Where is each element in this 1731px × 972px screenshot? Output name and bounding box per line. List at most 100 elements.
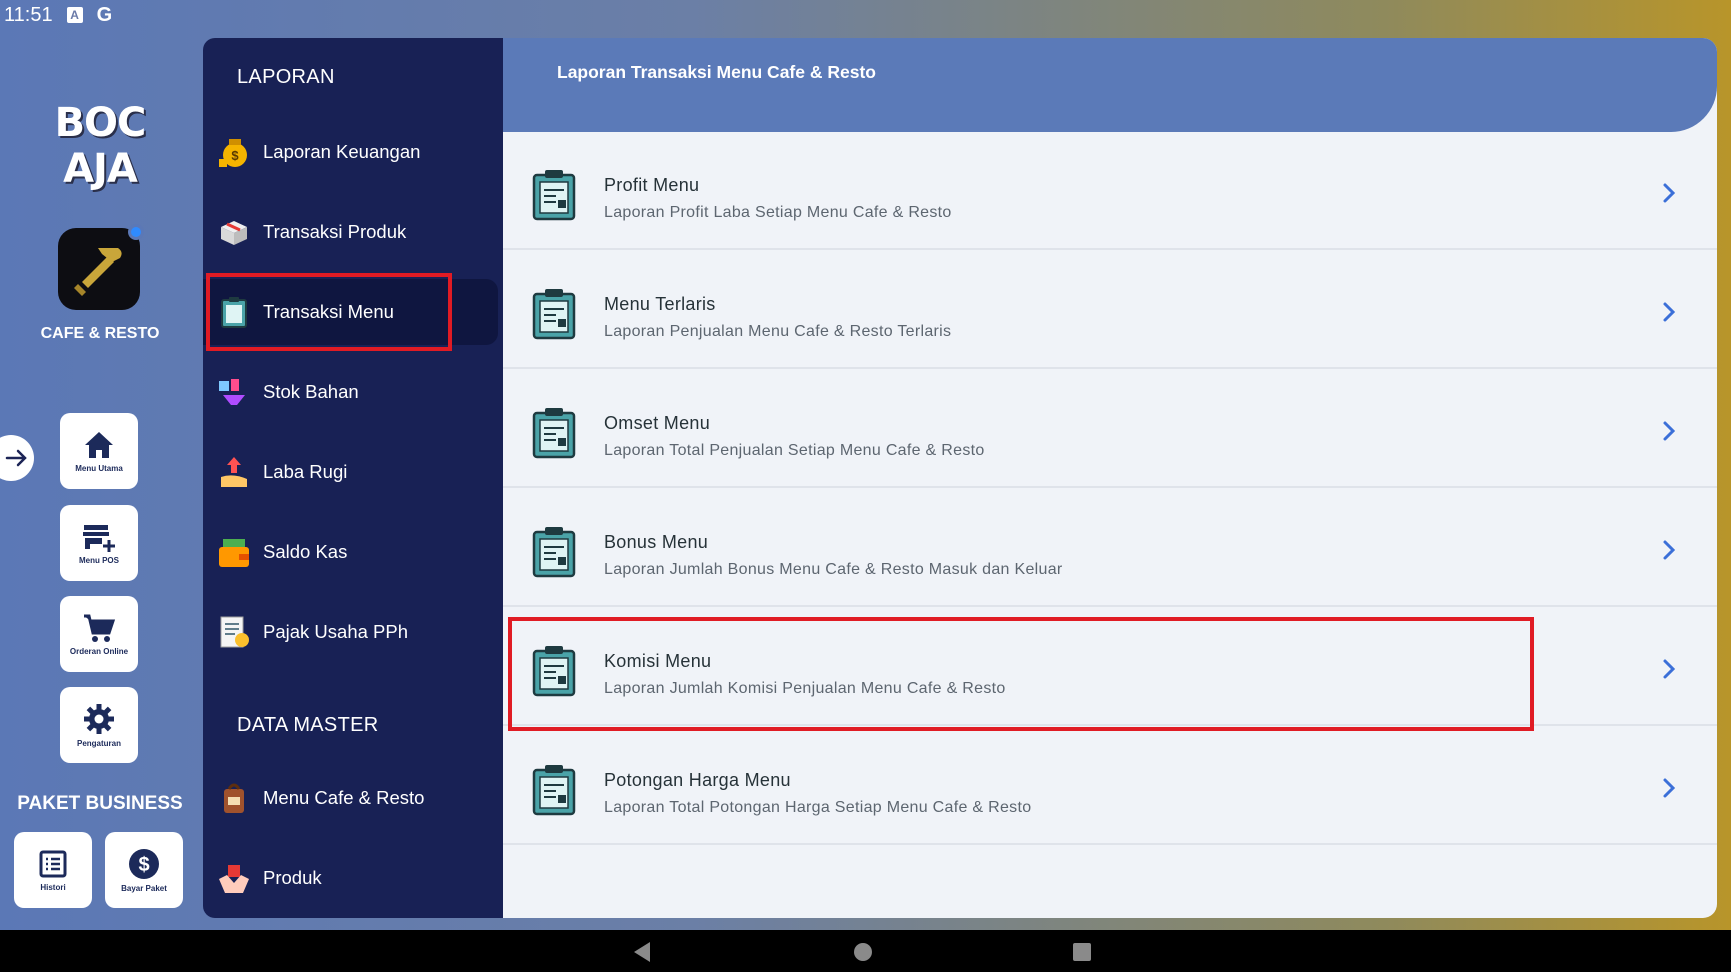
list-icon bbox=[39, 850, 67, 877]
ingredients-icon bbox=[217, 375, 251, 409]
notification-a-icon: A bbox=[66, 7, 83, 23]
svg-text:$: $ bbox=[138, 854, 149, 876]
sidebar-item-label: Saldo Kas bbox=[263, 541, 348, 562]
chevron-right-icon bbox=[1663, 302, 1676, 322]
chevron-right-icon bbox=[1663, 659, 1676, 679]
system-nav-bar bbox=[0, 930, 1731, 972]
tile-label: Histori bbox=[40, 882, 66, 892]
gear-icon bbox=[84, 703, 114, 734]
tax-doc-icon bbox=[217, 615, 251, 649]
chevron-right-icon bbox=[1663, 778, 1676, 798]
report-row-omset-menu[interactable]: Omset Menu Laporan Total Penjualan Setia… bbox=[503, 369, 1717, 488]
row-title: Potongan Harga Menu bbox=[604, 770, 791, 790]
menu-clipboard-icon bbox=[532, 289, 576, 340]
tile-histori[interactable]: Histori bbox=[14, 832, 92, 908]
sidebar-item-produk[interactable]: Produk bbox=[203, 845, 498, 911]
menu-clipboard-icon bbox=[532, 408, 576, 459]
report-row-potongan-harga-menu[interactable]: Potongan Harga Menu Laporan Total Potong… bbox=[503, 726, 1717, 845]
report-row-bonus-menu[interactable]: Bonus Menu Laporan Jumlah Bonus Menu Caf… bbox=[503, 488, 1717, 607]
tile-orderan-online[interactable]: Orderan Online bbox=[60, 596, 138, 672]
highlight-box bbox=[508, 617, 1534, 731]
content-panel: Laporan Transaksi Menu Cafe & Resto Prof… bbox=[503, 38, 1717, 918]
tile-bayar-paket[interactable]: $ Bayar Paket bbox=[105, 832, 183, 908]
report-row-profit-menu[interactable]: Profit Menu Laporan Profit Laba Setiap M… bbox=[503, 131, 1717, 250]
sidebar-item-label: Pajak Usaha PPh bbox=[263, 621, 409, 642]
report-row-komisi-menu[interactable]: Komisi Menu Laporan Jumlah Komisi Penjua… bbox=[503, 607, 1717, 731]
sidebar-item-transaksi-menu[interactable]: Transaksi Menu bbox=[203, 273, 498, 351]
sidebar-item-saldo-kas[interactable]: Saldo Kas bbox=[203, 519, 498, 585]
chevron-right-icon bbox=[1663, 183, 1676, 203]
report-menu-panel: LAPORAN $ Laporan Keuangan Transaksi Pro… bbox=[203, 38, 503, 918]
sidebar-item-laporan-keuangan[interactable]: $ Laporan Keuangan bbox=[203, 119, 498, 185]
brand-logo: BOC AJA bbox=[54, 100, 147, 192]
row-subtitle: Laporan Penjualan Menu Cafe & Resto Terl… bbox=[604, 323, 952, 340]
row-subtitle: Laporan Total Penjualan Setiap Menu Cafe… bbox=[604, 442, 985, 459]
tile-menu-pos[interactable]: Menu POS bbox=[60, 505, 138, 581]
tile-menu-utama[interactable]: Menu Utama bbox=[60, 413, 138, 489]
box-icon bbox=[217, 215, 251, 249]
sidebar-item-pajak-usaha-pph[interactable]: Pajak Usaha PPh bbox=[203, 599, 498, 665]
store-add-icon bbox=[83, 524, 115, 552]
sidebar-item-menu-cafe-resto[interactable]: Menu Cafe & Resto bbox=[203, 765, 498, 831]
google-icon: G bbox=[96, 3, 113, 26]
profit-hand-icon bbox=[217, 455, 251, 489]
menu-clipboard-icon bbox=[532, 646, 576, 697]
section-data-master: DATA MASTER bbox=[237, 714, 379, 736]
content-header: Laporan Transaksi Menu Cafe & Resto bbox=[503, 38, 1717, 132]
menu-clipboard-icon bbox=[532, 170, 576, 221]
tile-label: Orderan Online bbox=[69, 646, 129, 656]
home-icon bbox=[85, 431, 113, 458]
tile-label: Menu Utama bbox=[75, 463, 123, 473]
status-time: 11:51 bbox=[4, 3, 53, 26]
sidebar-item-label: Stok Bahan bbox=[263, 381, 359, 402]
hammer-icon bbox=[74, 248, 122, 296]
recents-icon[interactable] bbox=[1072, 942, 1092, 962]
chevron-right-icon bbox=[1663, 421, 1676, 441]
tile-label: Pengaturan bbox=[76, 738, 121, 748]
back-icon[interactable] bbox=[632, 941, 652, 963]
row-title: Menu Terlaris bbox=[604, 294, 716, 314]
dollar-icon: $ bbox=[129, 848, 159, 879]
row-subtitle: Laporan Profit Laba Setiap Menu Cafe & R… bbox=[604, 204, 952, 221]
row-subtitle: Laporan Jumlah Komisi Penjualan Menu Caf… bbox=[604, 680, 1006, 697]
paket-title: PAKET BUSINESS bbox=[17, 793, 183, 814]
sidebar-item-transaksi-produk[interactable]: Transaksi Produk bbox=[203, 199, 498, 265]
expand-arrow-button[interactable] bbox=[0, 435, 34, 481]
section-laporan: LAPORAN bbox=[237, 66, 335, 88]
status-bar: 11:51 A G bbox=[0, 0, 1731, 30]
report-row-menu-terlaris[interactable]: Menu Terlaris Laporan Penjualan Menu Caf… bbox=[503, 250, 1717, 369]
arrow-right-icon bbox=[5, 449, 27, 467]
row-title: Omset Menu bbox=[604, 413, 711, 433]
sidebar-item-label: Laba Rugi bbox=[263, 461, 348, 482]
menu-clipboard-icon bbox=[532, 765, 576, 816]
svg-text:$: $ bbox=[231, 148, 239, 163]
row-subtitle: Laporan Jumlah Bonus Menu Cafe & Resto M… bbox=[604, 561, 1063, 578]
page-title: Laporan Transaksi Menu Cafe & Resto bbox=[557, 62, 876, 82]
row-title: Komisi Menu bbox=[604, 651, 712, 671]
highlight-box bbox=[206, 273, 452, 351]
chevron-right-icon bbox=[1663, 540, 1676, 560]
tile-pengaturan[interactable]: Pengaturan bbox=[60, 687, 138, 763]
notification-dot bbox=[128, 224, 144, 240]
app-icon[interactable] bbox=[58, 224, 144, 310]
wallet-icon bbox=[217, 535, 251, 569]
sidebar-item-label: Transaksi Produk bbox=[263, 221, 407, 242]
tile-label: Menu POS bbox=[78, 555, 119, 565]
sidebar-item-stok-bahan[interactable]: Stok Bahan bbox=[203, 359, 498, 425]
row-title: Profit Menu bbox=[604, 175, 700, 195]
menu-clipboard-icon bbox=[532, 527, 576, 578]
sidebar-item-label: Laporan Keuangan bbox=[263, 141, 421, 162]
sidebar-item-laba-rugi[interactable]: Laba Rugi bbox=[203, 439, 498, 505]
sidebar-item-label: Produk bbox=[263, 867, 322, 888]
row-subtitle: Laporan Total Potongan Harga Setiap Menu… bbox=[604, 799, 1032, 816]
cart-icon bbox=[84, 614, 116, 642]
tile-label: Bayar Paket bbox=[121, 883, 167, 893]
money-bag-icon: $ bbox=[217, 135, 251, 169]
menu-bag-icon bbox=[217, 781, 251, 815]
app-label: CAFE & RESTO bbox=[40, 325, 160, 342]
row-title: Bonus Menu bbox=[604, 532, 709, 552]
left-rail: BOC AJA CAFE & RESTO Menu Utama Menu POS bbox=[0, 30, 200, 930]
product-hands-icon bbox=[217, 861, 251, 895]
sidebar-item-label: Menu Cafe & Resto bbox=[263, 787, 425, 808]
home-nav-icon[interactable] bbox=[853, 942, 873, 962]
